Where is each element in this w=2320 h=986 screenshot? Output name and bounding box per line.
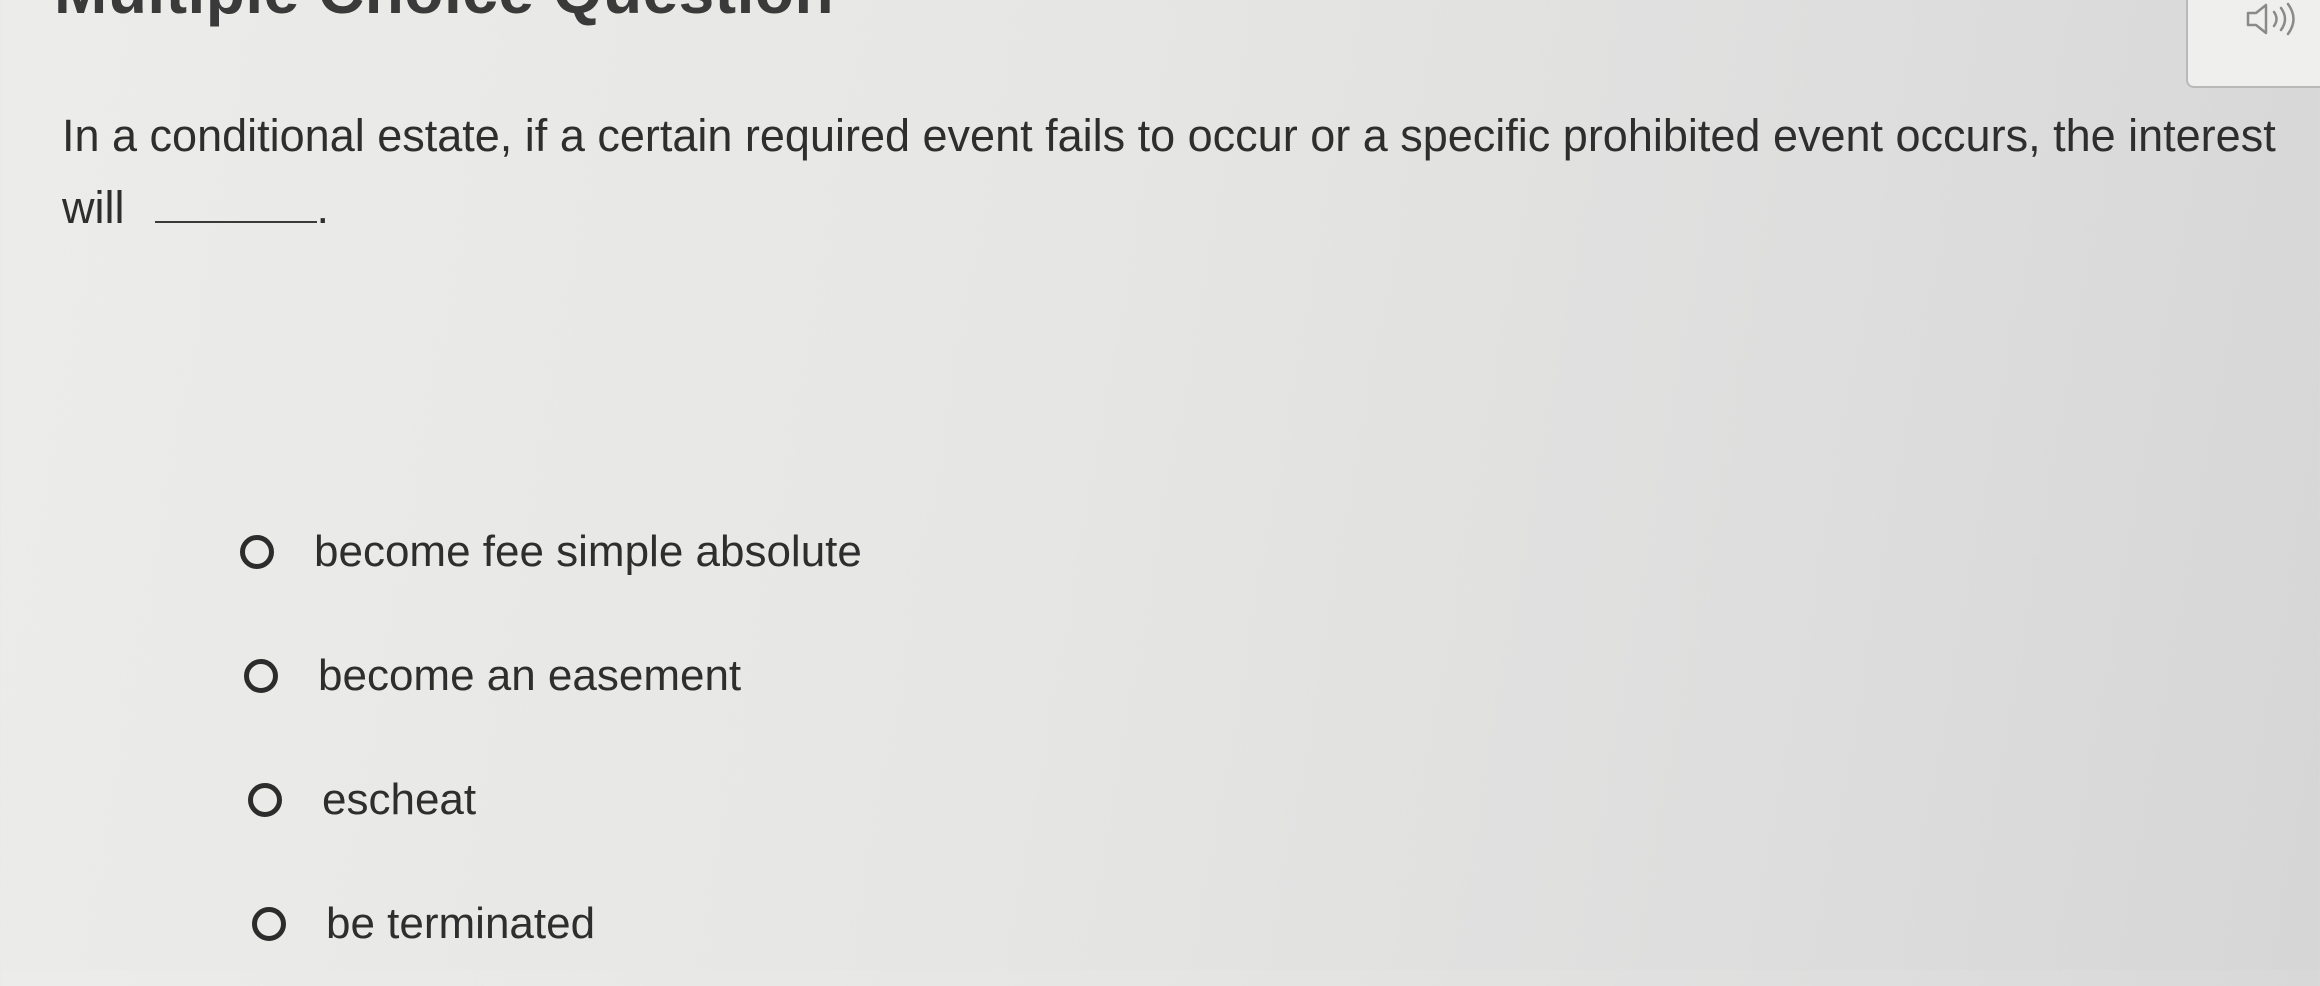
answer-options: become fee simple absolute become an eas… — [240, 490, 862, 986]
option-be-terminated[interactable]: be terminated — [252, 862, 862, 986]
question-type-heading: Multiple Choice Question — [54, 0, 834, 28]
option-label: become fee simple absolute — [314, 527, 862, 576]
option-become-an-easement[interactable]: become an easement — [244, 614, 862, 738]
answer-blank — [154, 211, 317, 223]
option-escheat[interactable]: escheat — [248, 738, 862, 862]
option-label: escheat — [322, 775, 477, 824]
radio-button[interactable] — [244, 659, 278, 693]
radio-button[interactable] — [248, 783, 282, 817]
read-aloud-button[interactable] — [2186, 0, 2320, 88]
option-label: be terminated — [326, 899, 596, 948]
speaker-icon — [2246, 2, 2295, 36]
question-prompt: In a conditional estate, if a certain re… — [62, 100, 2292, 244]
option-label: become an easement — [318, 651, 742, 700]
question-end-punctuation: . — [316, 182, 330, 233]
radio-button[interactable] — [252, 907, 286, 941]
radio-button[interactable] — [240, 535, 274, 569]
option-become-fee-simple-absolute[interactable]: become fee simple absolute — [240, 490, 862, 614]
question-text: In a conditional estate, if a certain re… — [62, 110, 2276, 233]
